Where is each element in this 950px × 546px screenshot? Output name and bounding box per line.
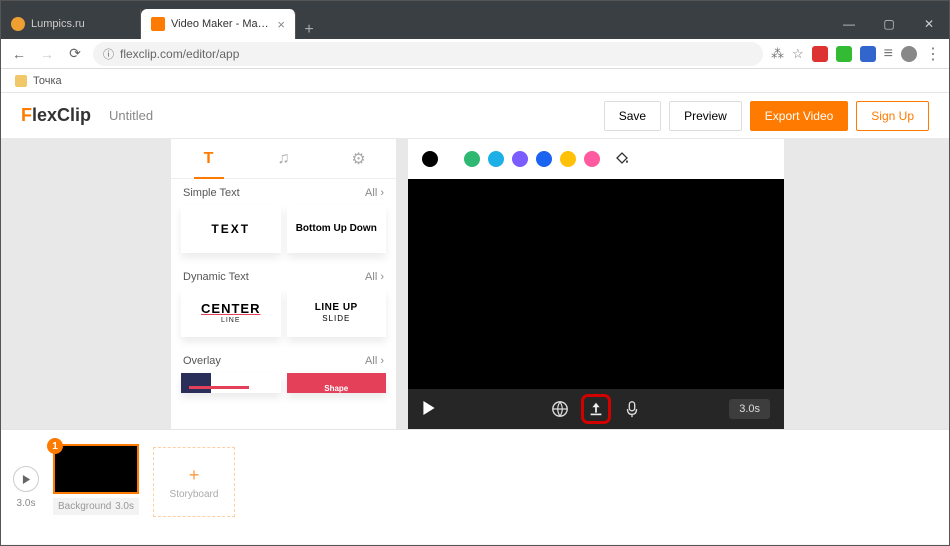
url-input[interactable]: ⓘ flexclip.com/editor/app: [93, 42, 763, 66]
tab-settings[interactable]: ⚙: [321, 139, 396, 178]
tab-music[interactable]: ♫: [246, 139, 321, 178]
minimize-button[interactable]: —: [829, 9, 869, 39]
see-all-link[interactable]: All ›: [365, 187, 384, 199]
timeline-play-button[interactable]: [13, 466, 39, 492]
reload-button[interactable]: ⟳: [65, 45, 85, 62]
player-controls: 3.0s: [408, 389, 784, 429]
tab-text[interactable]: T: [171, 139, 246, 178]
timeline-clip-1[interactable]: 1 Background 3.0s: [53, 444, 139, 515]
bookmark-folder-icon: [15, 75, 27, 87]
app-header: FlexClip Untitled Save Preview Export Vi…: [1, 93, 949, 139]
text-template-lineup[interactable]: LINE UP SLIDE: [287, 289, 387, 337]
section-simple-text: Simple Text All ›: [171, 179, 396, 205]
globe-icon[interactable]: [545, 394, 575, 424]
back-button[interactable]: ←: [9, 46, 29, 62]
clip-thumbnail[interactable]: [53, 444, 139, 494]
browser-tab-2[interactable]: Video Maker - Make a Video for ×: [141, 9, 296, 39]
timeline-total-duration: 3.0s: [13, 498, 39, 509]
microphone-icon[interactable]: [617, 394, 647, 424]
save-button[interactable]: Save: [604, 101, 661, 131]
section-title: Dynamic Text: [183, 271, 249, 283]
address-bar: ← → ⟳ ⓘ flexclip.com/editor/app ⁂ ☆ ≡ ⋮: [1, 39, 949, 69]
tab-title: Video Maker - Make a Video for: [171, 18, 271, 30]
color-swatch-black[interactable]: [422, 151, 438, 167]
reading-list-icon[interactable]: ≡: [884, 45, 893, 63]
close-icon[interactable]: ×: [277, 17, 285, 32]
favicon: [151, 17, 165, 31]
bookmark-item[interactable]: Точка: [33, 75, 62, 87]
add-storyboard-button[interactable]: + Storyboard: [153, 447, 235, 517]
export-video-button[interactable]: Export Video: [750, 101, 849, 131]
overlay-template-shape[interactable]: Shape: [287, 373, 387, 393]
avatar[interactable]: [901, 46, 917, 62]
color-swatch-cyan[interactable]: [488, 151, 504, 167]
extension-icon-3[interactable]: [860, 46, 876, 62]
close-button[interactable]: ✕: [909, 9, 949, 39]
text-template-plain[interactable]: TEXT: [181, 205, 281, 253]
browser-tab-1[interactable]: Lumpics.ru: [1, 9, 141, 39]
extensions: ⁂ ☆ ≡ ⋮: [771, 44, 941, 64]
clip-dur: 3.0s: [115, 501, 134, 512]
clip-duration[interactable]: 3.0s: [729, 399, 770, 419]
add-label: Storyboard: [170, 489, 219, 500]
left-panel: T ♫ ⚙ Simple Text All › TEXT Bottom Up D…: [171, 139, 396, 429]
video-preview[interactable]: [408, 179, 784, 389]
extension-icon-2[interactable]: [836, 46, 852, 62]
maximize-button[interactable]: ▢: [869, 9, 909, 39]
text-template-bottomup[interactable]: Bottom Up Down: [287, 205, 387, 253]
preview-button[interactable]: Preview: [669, 101, 742, 131]
color-swatch-purple[interactable]: [512, 151, 528, 167]
sign-up-button[interactable]: Sign Up: [856, 101, 929, 131]
extension-icon-1[interactable]: [812, 46, 828, 62]
secure-icon: ⓘ: [103, 46, 114, 62]
see-all-link[interactable]: All ›: [365, 355, 384, 367]
plus-icon: +: [189, 465, 200, 486]
color-palette: [408, 139, 784, 179]
menu-icon[interactable]: ⋮: [925, 44, 941, 64]
clip-number-badge: 1: [47, 438, 63, 454]
clip-label: Background: [58, 501, 111, 512]
text-template-centerline[interactable]: CENTER LINE: [181, 289, 281, 337]
section-overlay: Overlay All ›: [171, 347, 396, 373]
translate-icon[interactable]: ⁂: [771, 46, 784, 62]
color-swatch-pink[interactable]: [584, 151, 600, 167]
text-icon: T: [204, 150, 214, 168]
favicon: [11, 17, 25, 31]
paint-bucket-icon[interactable]: [614, 150, 630, 169]
flexclip-logo[interactable]: FlexClip: [21, 105, 91, 126]
timeline: 3.0s 1 Background 3.0s + Storyboard: [1, 429, 949, 544]
section-title: Simple Text: [183, 187, 240, 199]
new-tab-button[interactable]: +: [296, 21, 322, 39]
main-editor: T ♫ ⚙ Simple Text All › TEXT Bottom Up D…: [1, 139, 949, 429]
gear-icon: ⚙: [351, 149, 365, 169]
overlay-template-1[interactable]: [181, 373, 281, 393]
tab-title: Lumpics.ru: [31, 18, 130, 30]
play-button[interactable]: [422, 401, 436, 418]
color-swatch-blue[interactable]: [536, 151, 552, 167]
forward-button[interactable]: →: [37, 46, 57, 62]
music-icon: ♫: [278, 150, 290, 168]
url-text: flexclip.com/editor/app: [120, 47, 239, 61]
see-all-link[interactable]: All ›: [365, 271, 384, 283]
color-swatch-green[interactable]: [464, 151, 480, 167]
project-title[interactable]: Untitled: [109, 108, 153, 123]
preview-panel: 3.0s: [408, 139, 784, 429]
upload-button[interactable]: [581, 394, 611, 424]
window-controls: — ▢ ✕: [829, 9, 949, 39]
bookmark-star-icon[interactable]: ☆: [792, 46, 804, 62]
color-swatch-yellow[interactable]: [560, 151, 576, 167]
section-dynamic-text: Dynamic Text All ›: [171, 263, 396, 289]
bookmarks-bar: Точка: [1, 69, 949, 93]
panel-tabs: T ♫ ⚙: [171, 139, 396, 179]
section-title: Overlay: [183, 355, 221, 367]
browser-tabstrip: Lumpics.ru Video Maker - Make a Video fo…: [1, 1, 949, 39]
